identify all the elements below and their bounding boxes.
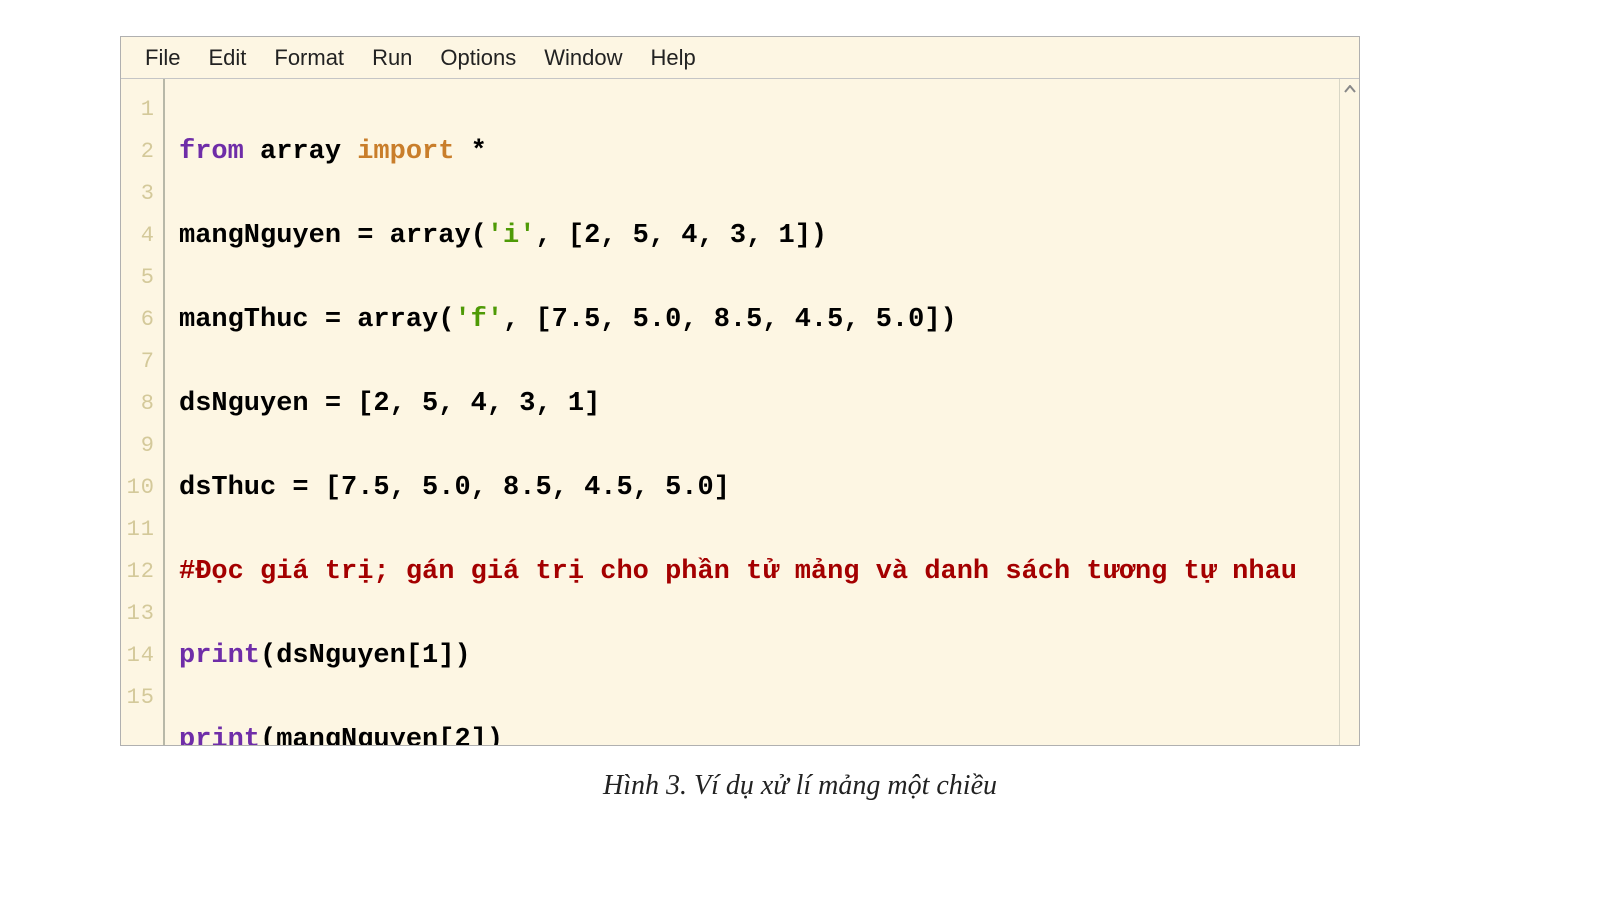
keyword-from: from bbox=[179, 137, 244, 167]
code-line-3: mangThuc = array('f', [7.5, 5.0, 8.5, 4.… bbox=[179, 299, 1349, 341]
menu-edit[interactable]: Edit bbox=[202, 41, 252, 75]
vertical-scrollbar[interactable] bbox=[1339, 79, 1359, 745]
builtin-print: print bbox=[179, 641, 260, 671]
code-text: (mangNguyen[2]) bbox=[260, 725, 503, 745]
line-number: 5 bbox=[121, 257, 163, 299]
code-text: dsThuc = [7.5, 5.0, 8.5, 4.5, 5.0] bbox=[179, 473, 730, 503]
string-literal: 'i' bbox=[487, 221, 536, 251]
figure-caption: Hình 3. Ví dụ xử lí mảng một chiều bbox=[0, 770, 1600, 802]
line-number: 4 bbox=[121, 215, 163, 257]
line-number: 8 bbox=[121, 383, 163, 425]
code-line-5: dsThuc = [7.5, 5.0, 8.5, 4.5, 5.0] bbox=[179, 467, 1349, 509]
line-number: 7 bbox=[121, 341, 163, 383]
code-text: dsNguyen = [2, 5, 4, 3, 1] bbox=[179, 389, 600, 419]
code-line-2: mangNguyen = array('i', [2, 5, 4, 3, 1]) bbox=[179, 215, 1349, 257]
line-number: 6 bbox=[121, 299, 163, 341]
line-number: 13 bbox=[121, 593, 163, 635]
line-number: 9 bbox=[121, 425, 163, 467]
line-number: 1 bbox=[121, 89, 163, 131]
code-text: , [2, 5, 4, 3, 1]) bbox=[535, 221, 827, 251]
code-text: , [7.5, 5.0, 8.5, 4.5, 5.0]) bbox=[503, 305, 957, 335]
comment: #Đọc giá trị; gán giá trị cho phần tử mả… bbox=[179, 557, 1297, 587]
module-array: array bbox=[260, 137, 341, 167]
scroll-up-icon[interactable] bbox=[1340, 79, 1360, 99]
code-line-8: print(mangNguyen[2]) bbox=[179, 719, 1349, 745]
keyword-import: import bbox=[357, 137, 454, 167]
line-number: 14 bbox=[121, 635, 163, 677]
code-line-1: from array import * bbox=[179, 131, 1349, 173]
star: * bbox=[471, 137, 487, 167]
editor-window: File Edit Format Run Options Window Help… bbox=[120, 36, 1360, 746]
line-number: 10 bbox=[121, 467, 163, 509]
line-number: 11 bbox=[121, 509, 163, 551]
menu-window[interactable]: Window bbox=[538, 41, 628, 75]
string-literal: 'f' bbox=[454, 305, 503, 335]
menubar: File Edit Format Run Options Window Help bbox=[121, 37, 1359, 79]
code-text: mangThuc = array( bbox=[179, 305, 454, 335]
builtin-print: print bbox=[179, 725, 260, 745]
code-line-6: #Đọc giá trị; gán giá trị cho phần tử mả… bbox=[179, 551, 1349, 593]
menu-format[interactable]: Format bbox=[268, 41, 350, 75]
code-line-4: dsNguyen = [2, 5, 4, 3, 1] bbox=[179, 383, 1349, 425]
line-number: 12 bbox=[121, 551, 163, 593]
menu-file[interactable]: File bbox=[139, 41, 186, 75]
menu-run[interactable]: Run bbox=[366, 41, 418, 75]
code-line-7: print(dsNguyen[1]) bbox=[179, 635, 1349, 677]
line-number: 3 bbox=[121, 173, 163, 215]
code-area[interactable]: from array import * mangNguyen = array('… bbox=[165, 79, 1359, 745]
menu-help[interactable]: Help bbox=[645, 41, 702, 75]
line-number-gutter: 1 2 3 4 5 6 7 8 9 10 11 12 13 14 15 bbox=[121, 79, 165, 745]
editor-body: 1 2 3 4 5 6 7 8 9 10 11 12 13 14 15 from… bbox=[121, 79, 1359, 745]
line-number: 15 bbox=[121, 677, 163, 719]
code-text: mangNguyen = array( bbox=[179, 221, 487, 251]
menu-options[interactable]: Options bbox=[434, 41, 522, 75]
code-text: (dsNguyen[1]) bbox=[260, 641, 471, 671]
line-number: 2 bbox=[121, 131, 163, 173]
